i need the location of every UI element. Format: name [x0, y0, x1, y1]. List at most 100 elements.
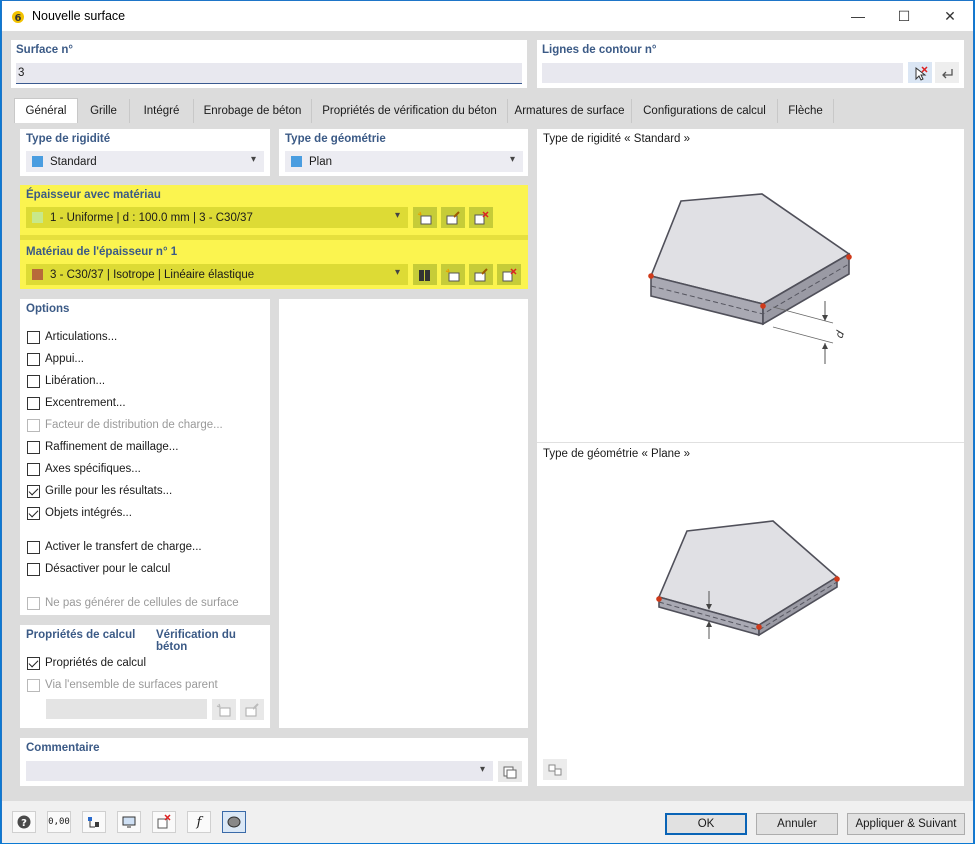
pick-lines-button[interactable]: [908, 62, 932, 83]
checkbox-integrated-objects[interactable]: [27, 507, 40, 520]
rigidity-panel: Type de rigidité Standard ▾: [20, 129, 270, 176]
thickness-select[interactable]: 1 - Uniforme | d : 100.0 mm | 3 - C30/37…: [26, 207, 408, 228]
thickness-dim-label: d: [833, 328, 848, 340]
surface-number-panel: Surface n° 3: [11, 40, 527, 88]
checkbox-articulations[interactable]: [27, 331, 40, 344]
checkbox-liberation[interactable]: [27, 375, 40, 388]
tab-enrobage[interactable]: Enrobage de béton: [194, 99, 312, 123]
library-book-icon: [419, 269, 430, 281]
rigidity-color-swatch: [32, 156, 43, 167]
delete-selection-icon[interactable]: [152, 811, 176, 833]
reverse-button[interactable]: [935, 62, 959, 83]
minimize-button[interactable]: —: [835, 1, 881, 31]
new-thickness-button[interactable]: [413, 207, 437, 228]
label-load-distribution: Facteur de distribution de charge...: [45, 419, 223, 431]
material-select[interactable]: 3 - C30/37 | Isotrope | Linéaire élastiq…: [26, 264, 408, 285]
geometry-select[interactable]: Plan ▾: [285, 151, 523, 172]
checkbox-calc-properties[interactable]: [27, 657, 40, 670]
tab-general[interactable]: Général: [14, 98, 78, 123]
copy-icon: [503, 766, 517, 778]
chevron-down-icon: ▾: [479, 764, 485, 775]
checkbox-load-distribution: [27, 419, 40, 432]
rigidity-select[interactable]: Standard ▾: [26, 151, 264, 172]
plane-slab-illustration: [656, 520, 840, 639]
thickness-color-swatch: [32, 212, 43, 223]
display-icon[interactable]: [117, 811, 141, 833]
checkbox-parent-set: [27, 679, 40, 692]
dialog-content: Surface n° 3 Lignes de contour n° Généra…: [2, 31, 973, 801]
ok-button[interactable]: OK: [665, 813, 747, 835]
edit-icon: [474, 267, 488, 281]
label-specific-axes: Axes spécifiques...: [45, 463, 141, 475]
surface-number-input[interactable]: 3: [16, 63, 522, 84]
edit-thickness-button[interactable]: [441, 207, 465, 228]
brain-icon[interactable]: [222, 811, 246, 833]
material-label: Matériau de l'épaisseur n° 1: [26, 246, 178, 258]
new-material-button[interactable]: [441, 264, 465, 285]
label-load-transfer: Activer le transfert de charge...: [45, 541, 202, 553]
rigidity-preview-caption: Type de rigidité « Standard »: [543, 133, 691, 145]
comment-input[interactable]: ▾: [26, 761, 493, 781]
window-title: Nouvelle surface: [32, 9, 126, 23]
chevron-down-icon: ▾: [394, 267, 400, 278]
edit-parent-set-button: [240, 699, 264, 720]
app-icon: 6: [12, 11, 24, 24]
units-icon[interactable]: 0,00: [47, 811, 71, 833]
refresh-icon: [548, 764, 562, 775]
checkbox-result-grid[interactable]: [27, 485, 40, 498]
label-liberation: Libération...: [45, 375, 106, 387]
geometry-label: Type de géométrie: [285, 133, 386, 145]
contour-lines-panel: Lignes de contour n°: [537, 40, 964, 88]
checkbox-mesh-refinement[interactable]: [27, 441, 40, 454]
tab-configurations[interactable]: Configurations de calcul: [632, 99, 778, 123]
tab-grille[interactable]: Grille: [78, 99, 130, 123]
new-icon: [445, 268, 460, 281]
tab-armatures[interactable]: Armatures de surface: [508, 99, 632, 123]
checkbox-no-cells: [27, 597, 40, 610]
label-appui: Appui...: [45, 353, 84, 365]
checkbox-appui[interactable]: [27, 353, 40, 366]
select-delete-icon: [502, 267, 517, 281]
label-calc-properties: Propriétés de calcul: [45, 657, 146, 669]
edit-material-button[interactable]: [469, 264, 493, 285]
checkbox-deactivate-calc[interactable]: [27, 563, 40, 576]
material-color-swatch: [32, 269, 43, 280]
pick-cursor-icon: [915, 65, 928, 81]
options-list: Articulations... Appui... Libération... …: [20, 299, 270, 615]
material-library-button[interactable]: [413, 264, 437, 285]
parent-set-select: [46, 699, 207, 719]
function-icon[interactable]: f: [187, 811, 211, 833]
checkbox-excentrement[interactable]: [27, 397, 40, 410]
delete-material-button[interactable]: [497, 264, 521, 285]
label-no-cells: Ne pas générer de cellules de surface: [45, 597, 239, 609]
checkbox-load-transfer[interactable]: [27, 541, 40, 554]
model-icon[interactable]: [82, 811, 106, 833]
edit-icon: [245, 702, 259, 716]
swap-preview-button[interactable]: [543, 759, 567, 780]
checkbox-specific-axes[interactable]: [27, 463, 40, 476]
return-arrow-icon: [942, 68, 953, 78]
new-parent-set-button: [212, 699, 236, 720]
label-result-grid: Grille pour les résultats...: [45, 485, 173, 497]
help-icon[interactable]: ?: [12, 811, 36, 833]
chevron-down-icon: ▾: [250, 154, 256, 165]
tab-integre[interactable]: Intégré: [130, 99, 194, 123]
label-parent-set: Via l'ensemble de surfaces parent: [45, 679, 218, 691]
select-delete-icon: [474, 210, 489, 224]
geometry-preview-caption: Type de géométrie « Plane »: [543, 448, 691, 460]
dialog-footer: ? 0,00 f OK Annuler Appliquer & Suivant: [2, 801, 973, 843]
tab-fleche[interactable]: Flèche: [778, 99, 834, 123]
edit-icon: [446, 210, 460, 224]
options-detail-panel: [279, 299, 528, 728]
geometry-color-swatch: [291, 156, 302, 167]
comment-library-button[interactable]: [498, 761, 522, 782]
tab-verification[interactable]: Propriétés de vérification du béton: [312, 99, 508, 123]
apply-next-button[interactable]: Appliquer & Suivant: [847, 813, 965, 835]
close-button[interactable]: ✕: [927, 1, 973, 31]
rigidity-label: Type de rigidité: [26, 133, 111, 145]
delete-thickness-button[interactable]: [469, 207, 493, 228]
geometry-panel: Type de géométrie Plan ▾: [279, 129, 528, 176]
cancel-button[interactable]: Annuler: [756, 813, 838, 835]
maximize-button[interactable]: ☐: [881, 1, 927, 31]
contour-lines-input[interactable]: [542, 63, 903, 83]
